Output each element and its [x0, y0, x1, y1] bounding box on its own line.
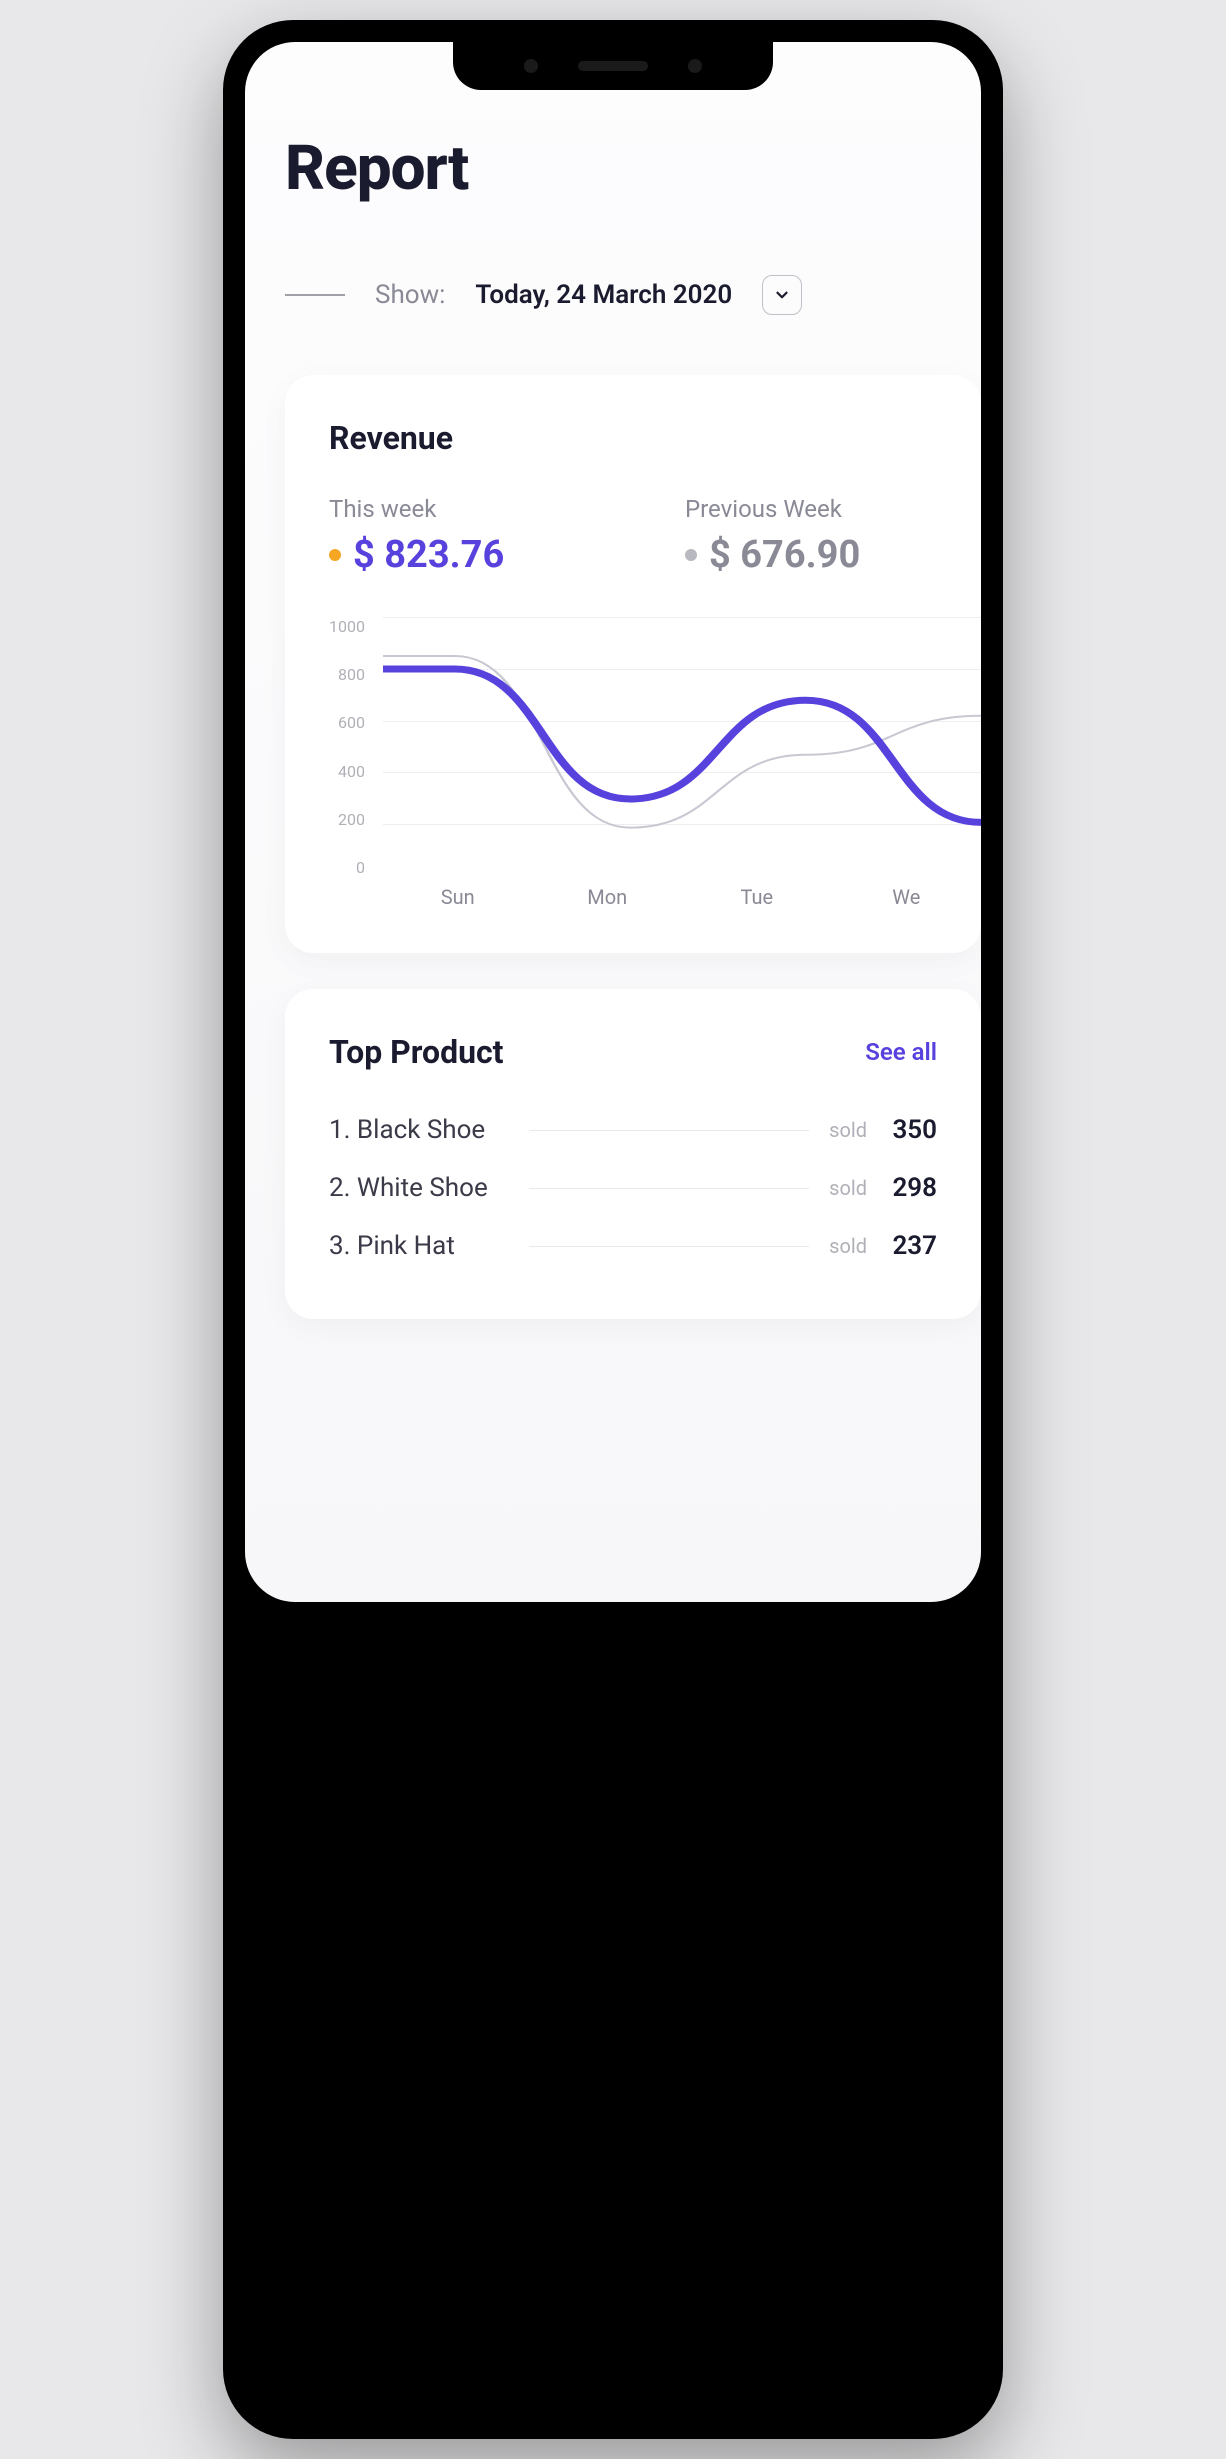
- product-row[interactable]: 3. Pink Hat sold 237: [329, 1217, 937, 1275]
- see-all-link[interactable]: See all: [865, 1038, 937, 1066]
- revenue-stats: This week $ 823.76 Previous Week $ 676.9…: [329, 495, 981, 577]
- x-tick: Tue: [682, 885, 832, 909]
- sold-value: 298: [887, 1173, 937, 1203]
- product-name: 3. Pink Hat: [329, 1231, 509, 1261]
- legend-dot-prev-week: [685, 549, 697, 561]
- x-tick: Mon: [532, 885, 682, 909]
- stat-prev-week: Previous Week $ 676.90: [685, 495, 981, 577]
- x-axis: SunMonTueWe: [383, 885, 981, 909]
- divider-line: [529, 1246, 809, 1247]
- product-name: 2. White Shoe: [329, 1173, 509, 1203]
- decorative-line: [285, 294, 345, 296]
- top-product-title: Top Product: [329, 1033, 504, 1071]
- y-tick: 1000: [329, 617, 365, 636]
- sensor-icon: [688, 59, 702, 73]
- y-axis: 1000 800 600 400 200 0: [329, 617, 365, 877]
- sold-value: 350: [887, 1115, 937, 1145]
- x-tick: We: [832, 885, 981, 909]
- revenue-chart: 1000 800 600 400 200 0 SunMonTueWe: [329, 617, 981, 909]
- date-filter: Show: Today, 24 March 2020: [285, 275, 941, 315]
- sold-label: sold: [829, 1234, 867, 1258]
- device-notch: [453, 42, 773, 90]
- divider-line: [529, 1188, 809, 1189]
- filter-value: Today, 24 March 2020: [475, 280, 732, 310]
- x-tick: Sun: [383, 885, 533, 909]
- divider-line: [529, 1130, 809, 1131]
- product-name: 1. Black Shoe: [329, 1115, 509, 1145]
- revenue-title: Revenue: [329, 419, 981, 457]
- chevron-down-icon: [773, 286, 791, 304]
- product-list: 1. Black Shoe sold 350 2. White Shoe sol…: [329, 1101, 937, 1275]
- chart-svg: [383, 617, 981, 877]
- sold-value: 237: [887, 1231, 937, 1261]
- y-tick: 200: [329, 810, 365, 829]
- page-title: Report: [285, 132, 941, 205]
- legend-dot-this-week: [329, 549, 341, 561]
- y-tick: 800: [329, 665, 365, 684]
- filter-label: Show:: [375, 280, 445, 310]
- plot-area: SunMonTueWe: [383, 617, 981, 909]
- product-row[interactable]: 1. Black Shoe sold 350: [329, 1101, 937, 1159]
- speaker-icon: [578, 61, 648, 71]
- sold-label: sold: [829, 1176, 867, 1200]
- camera-icon: [524, 59, 538, 73]
- page-content: Report Show: Today, 24 March 2020 Revenu…: [245, 42, 981, 1319]
- date-dropdown-button[interactable]: [762, 275, 802, 315]
- line-this-week: [383, 669, 981, 822]
- stat-value-this-week: $ 823.76: [353, 533, 504, 577]
- revenue-card: Revenue This week $ 823.76 Previous Week: [285, 375, 981, 953]
- phone-frame: Report Show: Today, 24 March 2020 Revenu…: [223, 20, 1003, 2439]
- phone-screen: Report Show: Today, 24 March 2020 Revenu…: [245, 42, 981, 1602]
- top-product-card: Top Product See all 1. Black Shoe sold 3…: [285, 989, 981, 1319]
- sold-label: sold: [829, 1118, 867, 1142]
- line-prev-week: [383, 656, 981, 828]
- y-tick: 600: [329, 713, 365, 732]
- stat-this-week: This week $ 823.76: [329, 495, 625, 577]
- stat-label-this-week: This week: [329, 495, 625, 523]
- y-tick: 0: [329, 858, 365, 877]
- product-row[interactable]: 2. White Shoe sold 298: [329, 1159, 937, 1217]
- stat-value-prev-week: $ 676.90: [709, 533, 860, 577]
- stat-label-prev-week: Previous Week: [685, 495, 981, 523]
- y-tick: 400: [329, 762, 365, 781]
